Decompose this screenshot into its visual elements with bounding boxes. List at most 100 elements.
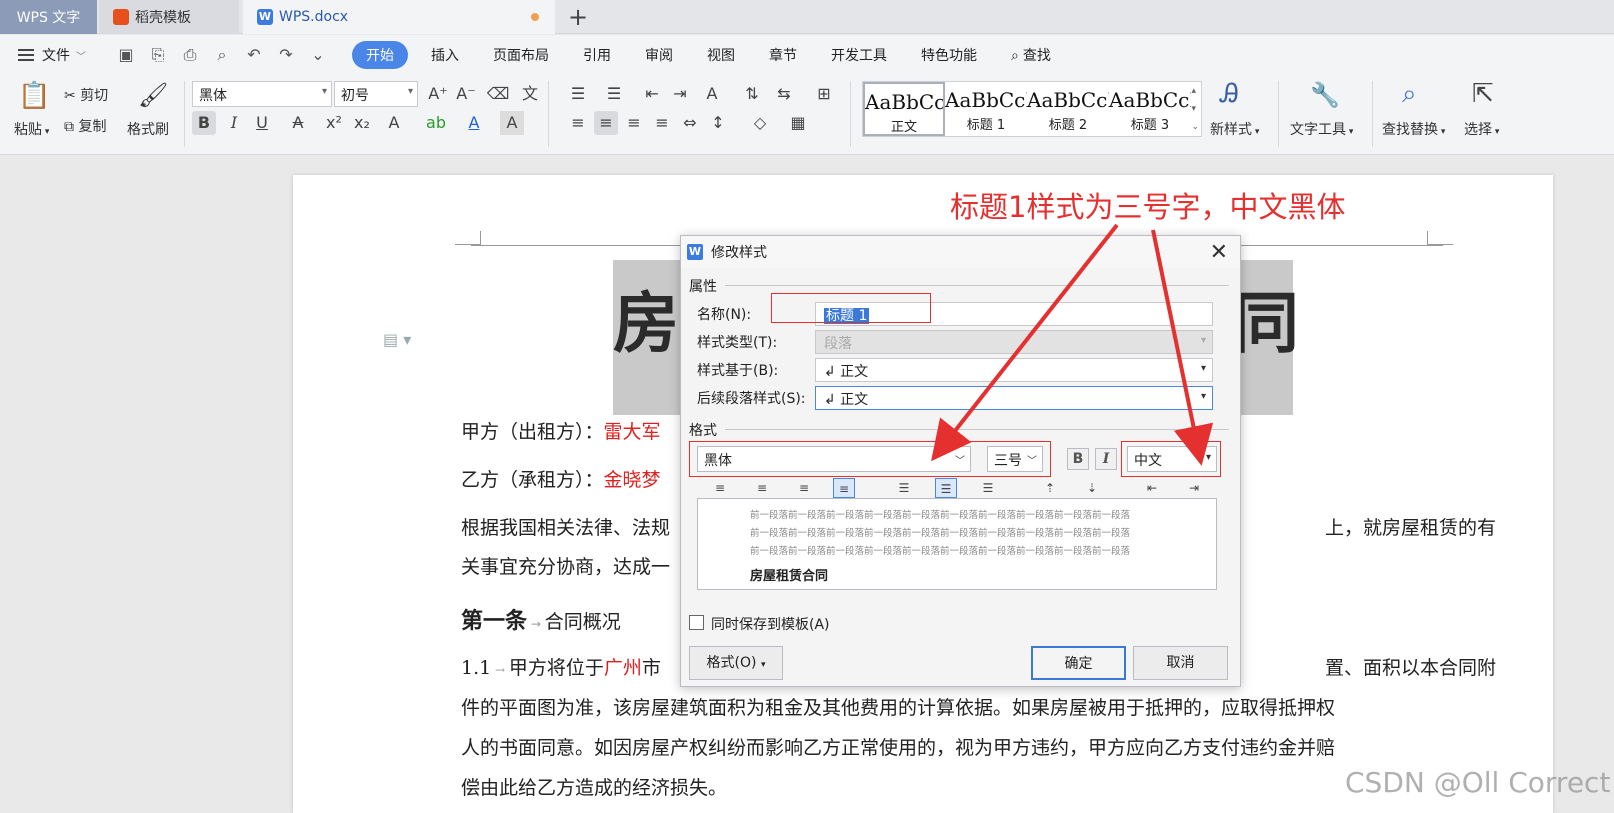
italic-icon[interactable]: I (222, 111, 246, 135)
align-left-icon[interactable]: ≡ (709, 478, 731, 498)
close-icon[interactable]: ✕ (1210, 240, 1228, 265)
italic-button[interactable]: I (1095, 448, 1117, 470)
justify-icon[interactable]: ≡ (833, 478, 855, 498)
tab-document[interactable]: W WPS.docx (243, 0, 555, 34)
new-style-icon[interactable]: Ꭿ (1220, 79, 1239, 110)
menu-features[interactable]: 特色功能 (904, 45, 994, 65)
preview-current: 房屋租赁合同 (750, 569, 829, 584)
new-style-label: 新样式 (1210, 122, 1252, 138)
copy-button[interactable]: ⧉ 复制 (64, 116, 106, 136)
wrench-icon[interactable]: 🔧 (1310, 81, 1340, 109)
borders-icon[interactable]: ▦ (786, 111, 810, 135)
format-dropdown-button[interactable]: 格式(O) ▾ (689, 646, 783, 680)
save-icon[interactable]: ▣ (116, 45, 136, 65)
next-style-value: ↲ 正文 (824, 392, 869, 408)
increase-indent-icon[interactable]: ⇥ (668, 82, 692, 106)
export-icon[interactable]: ⎘ (148, 45, 168, 65)
align-left-icon[interactable]: ≡ (566, 111, 590, 135)
format-painter-icon[interactable]: 🖌 (138, 81, 168, 109)
line-spacing-icon[interactable]: ↕ (706, 111, 730, 135)
text-effect-icon[interactable]: A (382, 111, 406, 135)
file-menu[interactable]: 文件 ﹀ (0, 45, 100, 65)
decrease-indent-icon[interactable]: ⇤ (640, 82, 664, 106)
magnifier-icon[interactable]: ⌕ (1402, 79, 1417, 110)
menu-references[interactable]: 引用 (566, 45, 628, 65)
size-select[interactable]: 三号 ﹀ (987, 446, 1043, 472)
highlight-icon[interactable]: ab (424, 111, 448, 135)
cut-button[interactable]: ✂ 剪切 (64, 85, 108, 105)
phonetic-icon[interactable]: 文 (518, 82, 542, 106)
paste-icon[interactable]: 📋 (18, 81, 50, 111)
print-preview-icon[interactable]: ⌕ (212, 45, 232, 65)
underline-icon[interactable]: U (250, 111, 274, 135)
superscript-icon[interactable]: x² (322, 111, 346, 135)
char-shading-icon[interactable]: A (500, 111, 524, 135)
gallery-scroll[interactable]: ▴ ▾ ⌄ (1191, 82, 1199, 136)
menu-developer[interactable]: 开发工具 (814, 45, 904, 65)
document-outline-icon[interactable]: ▤ ▾ (383, 330, 411, 349)
strikethrough-icon[interactable]: A (286, 111, 310, 135)
doc-title-right: 同 (1233, 284, 1299, 362)
undo-icon[interactable]: ↶ (244, 45, 264, 65)
sort-icon[interactable]: ⇅ (740, 82, 764, 106)
font-size-select[interactable]: 初号 ▾ (334, 81, 418, 107)
style-heading-1[interactable]: AaBbCcDd 标题 1 (945, 82, 1027, 136)
clear-format-icon[interactable]: ⌫ (486, 82, 510, 106)
menu-home[interactable]: 开始 (352, 41, 408, 69)
numbering-icon[interactable]: ☰ (602, 82, 626, 106)
text-tools-button[interactable]: 文字工具 ▾ (1290, 119, 1353, 139)
based-on-select[interactable]: ↲ 正文 ▾ (815, 358, 1213, 382)
align-center-icon[interactable]: ≡ (751, 478, 773, 498)
style-heading-2[interactable]: AaBbCcDd 标题 2 (1027, 82, 1109, 136)
new-style-button[interactable]: 新样式 ▾ (1210, 119, 1259, 139)
font-family-select[interactable]: 黑体 ▾ (192, 81, 332, 107)
one-half-spacing-icon[interactable]: ☰ (935, 478, 957, 498)
ok-button[interactable]: 确定 (1031, 646, 1126, 680)
tab-wps-writer[interactable]: WPS 文字 (0, 0, 97, 34)
text-direction-icon[interactable]: A (700, 82, 724, 106)
find-replace-button[interactable]: 查找替换 ▾ (1382, 119, 1445, 139)
next-style-select[interactable]: ↲ 正文 ▾ (815, 386, 1213, 410)
menu-review[interactable]: 审阅 (628, 45, 690, 65)
shading-icon[interactable]: ◇ (748, 111, 772, 135)
redo-icon[interactable]: ↷ (276, 45, 296, 65)
paste-button[interactable]: 粘贴 ▾ (14, 119, 49, 139)
article-number: 第一条 (461, 609, 528, 634)
tab-template[interactable]: 稻壳模板 (99, 0, 239, 34)
grow-font-icon[interactable]: A⁺ (426, 82, 450, 106)
subscript-icon[interactable]: x₂ (350, 111, 374, 135)
bullets-icon[interactable]: ☰ (566, 82, 590, 106)
style-normal[interactable]: AaBbCcDd 正文 (863, 82, 945, 136)
menu-layout[interactable]: 页面布局 (476, 45, 566, 65)
print-icon[interactable]: ⎙ (180, 45, 200, 65)
align-right-icon[interactable]: ≡ (622, 111, 646, 135)
customize-icon[interactable]: ⌄ (308, 45, 328, 65)
new-tab-icon[interactable]: + (568, 3, 588, 31)
format-painter-button[interactable]: 格式刷 (127, 119, 169, 139)
justify-icon[interactable]: ≡ (650, 111, 674, 135)
space-before-icon[interactable]: ⇡ (1039, 478, 1061, 498)
decrease-indent-icon[interactable]: ⇤ (1141, 478, 1163, 498)
cursor-icon[interactable]: ⇱ (1472, 79, 1494, 109)
font-color-icon[interactable]: A (462, 111, 486, 135)
distributed-icon[interactable]: ⇔ (678, 111, 702, 135)
show-marks-icon[interactable]: ⇆ (772, 82, 796, 106)
save-to-template-checkbox[interactable] (689, 615, 704, 630)
bold-button[interactable]: B (1067, 448, 1089, 470)
space-after-icon[interactable]: ⇣ (1081, 478, 1103, 498)
cancel-button[interactable]: 取消 (1133, 646, 1228, 680)
double-spacing-icon[interactable]: ☰ (977, 478, 999, 498)
align-center-icon[interactable]: ≡ (594, 111, 618, 135)
shrink-font-icon[interactable]: A⁻ (454, 82, 478, 106)
menu-section[interactable]: 章节 (752, 45, 814, 65)
menu-search[interactable]: ⌕ 查找 (994, 45, 1068, 65)
menu-view[interactable]: 视图 (690, 45, 752, 65)
increase-indent-icon[interactable]: ⇥ (1183, 478, 1205, 498)
select-button[interactable]: 选择 ▾ (1464, 119, 1499, 139)
style-heading-3[interactable]: AaBbCcDd 标题 3 (1109, 82, 1191, 136)
table-icon[interactable]: ⊞ (812, 82, 836, 106)
menu-insert[interactable]: 插入 (414, 45, 476, 65)
align-right-icon[interactable]: ≡ (793, 478, 815, 498)
single-spacing-icon[interactable]: ☰ (893, 478, 915, 498)
bold-icon[interactable]: B (192, 111, 216, 135)
